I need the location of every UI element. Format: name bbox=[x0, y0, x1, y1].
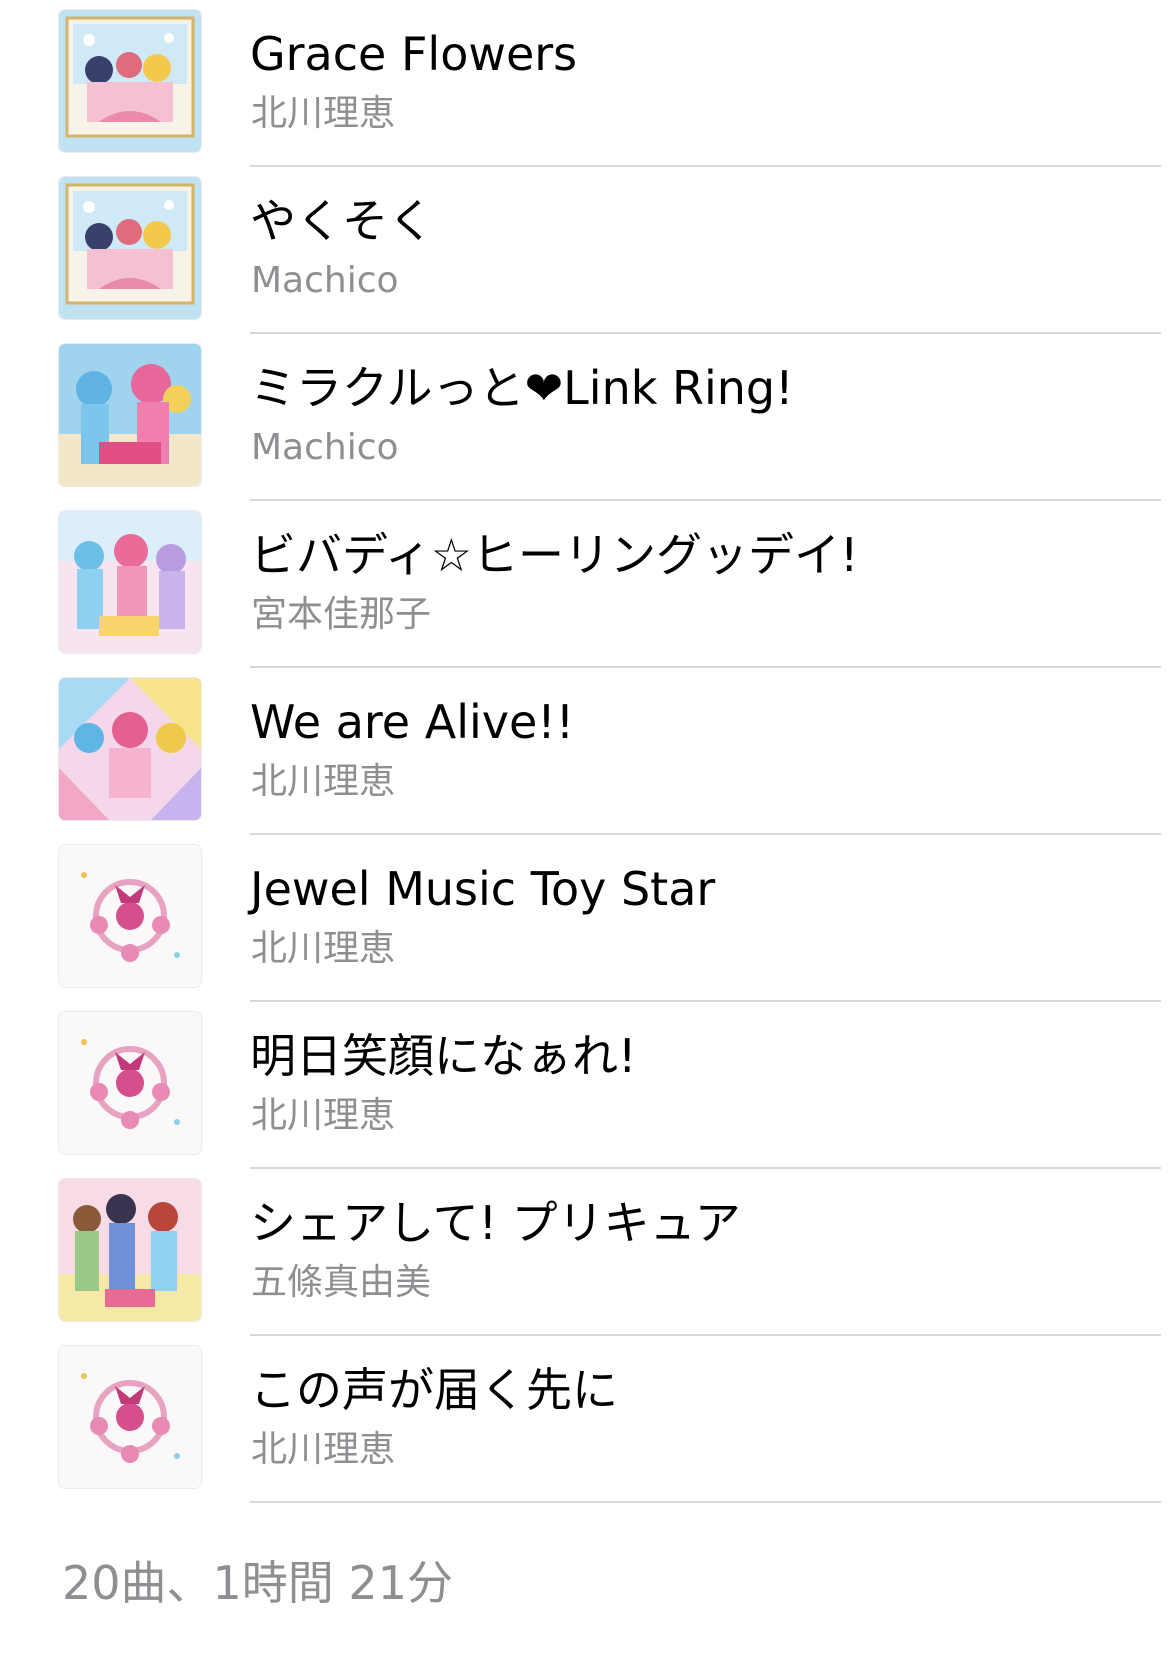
track-artist: 五條真由美 bbox=[251, 1262, 432, 1303]
track-artist: 北川理恵 bbox=[251, 1429, 396, 1470]
track-title: Grace Flowers bbox=[250, 27, 578, 81]
album-artwork-image bbox=[59, 1179, 201, 1321]
track-row[interactable]: We are Alive!! 北川理恵 bbox=[0, 668, 1170, 835]
track-title: Jewel Music Toy Star bbox=[250, 862, 716, 916]
track-artist: Machico bbox=[251, 260, 399, 301]
album-artwork-image bbox=[59, 177, 201, 319]
playlist-summary: 20曲、1時間 21分 bbox=[62, 1556, 453, 1610]
track-artist: 宮本佳那子 bbox=[251, 594, 432, 635]
track-list: Grace Flowers 北川理恵 やくそく Machico ミラクルっと❤L… bbox=[0, 0, 1170, 1503]
track-title: シェアして! プリキュア bbox=[250, 1196, 741, 1250]
track-artist: 北川理恵 bbox=[251, 1095, 396, 1136]
album-artwork bbox=[59, 845, 201, 987]
album-artwork-image bbox=[59, 10, 201, 152]
track-title: 明日笑顔になぁれ! bbox=[250, 1029, 637, 1083]
track-row[interactable]: この声が届く先に 北川理恵 bbox=[0, 1336, 1170, 1503]
album-artwork-image bbox=[59, 344, 201, 486]
album-artwork-image bbox=[59, 1346, 201, 1488]
track-artist: 北川理恵 bbox=[251, 928, 396, 969]
track-artist: 北川理恵 bbox=[251, 761, 396, 802]
album-artwork bbox=[59, 678, 201, 820]
row-separator bbox=[250, 1501, 1161, 1503]
track-row[interactable]: Grace Flowers 北川理恵 bbox=[0, 0, 1170, 167]
album-artwork-image bbox=[59, 678, 201, 820]
track-row[interactable]: 明日笑顔になぁれ! 北川理恵 bbox=[0, 1002, 1170, 1169]
album-artwork bbox=[59, 1179, 201, 1321]
track-row[interactable]: やくそく Machico bbox=[0, 167, 1170, 334]
track-title: やくそく bbox=[250, 194, 434, 248]
track-row[interactable]: ビバディ☆ヒーリングッデイ! 宮本佳那子 bbox=[0, 501, 1170, 668]
track-title: ミラクルっと❤Link Ring! bbox=[250, 361, 794, 415]
track-row[interactable]: Jewel Music Toy Star 北川理恵 bbox=[0, 835, 1170, 1002]
album-artwork bbox=[59, 511, 201, 653]
album-artwork bbox=[59, 10, 201, 152]
album-artwork bbox=[59, 1012, 201, 1154]
track-artist: Machico bbox=[251, 427, 399, 468]
track-title: We are Alive!! bbox=[250, 695, 575, 749]
album-artwork-image bbox=[59, 1012, 201, 1154]
album-artwork bbox=[59, 1346, 201, 1488]
album-artwork-image bbox=[59, 511, 201, 653]
track-title: この声が届く先に bbox=[250, 1363, 618, 1417]
album-artwork bbox=[59, 177, 201, 319]
track-artist: 北川理恵 bbox=[251, 93, 396, 134]
album-artwork bbox=[59, 344, 201, 486]
track-title: ビバディ☆ヒーリングッデイ! bbox=[250, 528, 859, 582]
track-row[interactable]: シェアして! プリキュア 五條真由美 bbox=[0, 1169, 1170, 1336]
album-artwork-image bbox=[59, 845, 201, 987]
track-row[interactable]: ミラクルっと❤Link Ring! Machico bbox=[0, 334, 1170, 501]
